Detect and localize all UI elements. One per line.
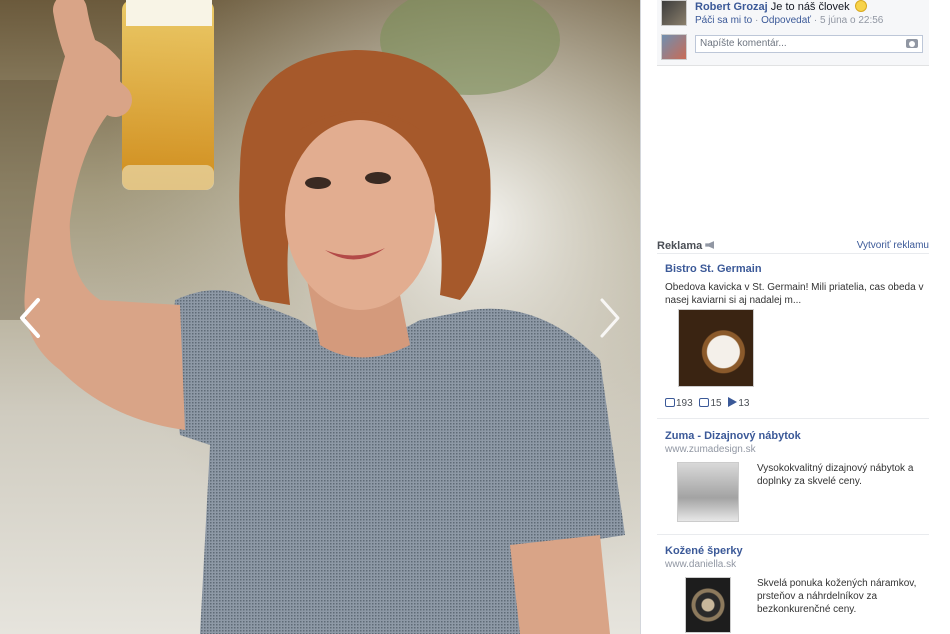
comment-like-link[interactable]: Páči sa mi to [695,15,752,26]
ad-title[interactable]: Zuma - Dizajnový nábytok [665,430,929,442]
comment-timestamp[interactable]: 5 júna o 22:56 [820,15,883,26]
comment-icon[interactable] [699,398,710,407]
comment-text: Je to náš človek [770,1,850,13]
ad-image-jewelry[interactable] [685,577,731,633]
like-count: 193 [676,398,693,409]
comment-author-link[interactable]: Robert Grozaj [695,1,768,13]
comment-input[interactable]: Napíšte komentár... [695,35,923,53]
comment-reply-link[interactable]: Odpovedať [761,15,811,26]
ad-text: Vysokokvalitný dizajnový nábytok a dopln… [757,463,914,487]
ads-label: Reklama [657,240,715,252]
ad-item[interactable]: Bistro St. Germain Obedova kavicka v St.… [665,263,929,413]
ads-header: Reklama Vytvoriť reklamu [657,240,929,254]
ad-domain: www.daniella.sk [665,559,737,570]
smiley-emoticon-icon [854,0,867,12]
comment-section: Robert Grozaj Je to náš človek Páči sa m… [657,0,929,66]
share-icon[interactable] [728,397,738,407]
comment-body: Robert Grozaj Je to náš človek [695,0,867,13]
separator-dot: · [755,15,759,26]
ad-divider [657,418,929,419]
camera-icon[interactable] [906,39,918,48]
chevron-right-icon [600,298,620,338]
next-photo-button[interactable] [594,296,624,340]
comment-actions: Páči sa mi to · Odpovedať · 5 júna o 22:… [695,15,883,26]
comment-input-placeholder: Napíšte komentár... [700,38,787,49]
previous-photo-button[interactable] [16,296,46,340]
ad-item[interactable]: Kožené šperky www.daniella.sk Skvelá pon… [665,545,929,634]
ads-label-text: Reklama [657,240,703,252]
ad-item[interactable]: Zuma - Dizajnový nábytok www.zumadesign.… [665,430,929,530]
ad-image-furniture[interactable] [677,462,739,522]
ad-stats: 193 15 13 [665,397,754,409]
create-ad-link[interactable]: Vytvoriť reklamu [857,240,929,251]
ad-text: Skvelá ponuka kožených náramkov, prsteňo… [757,578,917,615]
ad-image-coffee[interactable] [678,309,754,387]
ad-title[interactable]: Kožené šperky [665,545,929,557]
like-icon[interactable] [665,398,675,407]
photo-sidebar: Robert Grozaj Je to náš človek Páči sa m… [640,0,950,634]
ad-text: Obedova kavicka v St. Germain! Mili pria… [665,282,924,306]
comment-count: 15 [710,398,722,409]
current-user-avatar [661,34,687,60]
megaphone-icon [705,241,715,249]
separator-dot: · [813,15,818,26]
photo-viewer [0,0,640,634]
share-count: 13 [738,398,750,409]
main-photo [0,0,640,634]
commenter-avatar[interactable] [661,0,687,26]
ad-divider [657,534,929,535]
ad-domain: www.zumadesign.sk [665,444,756,455]
ad-title[interactable]: Bistro St. Germain [665,263,929,275]
chevron-left-icon [20,298,40,338]
